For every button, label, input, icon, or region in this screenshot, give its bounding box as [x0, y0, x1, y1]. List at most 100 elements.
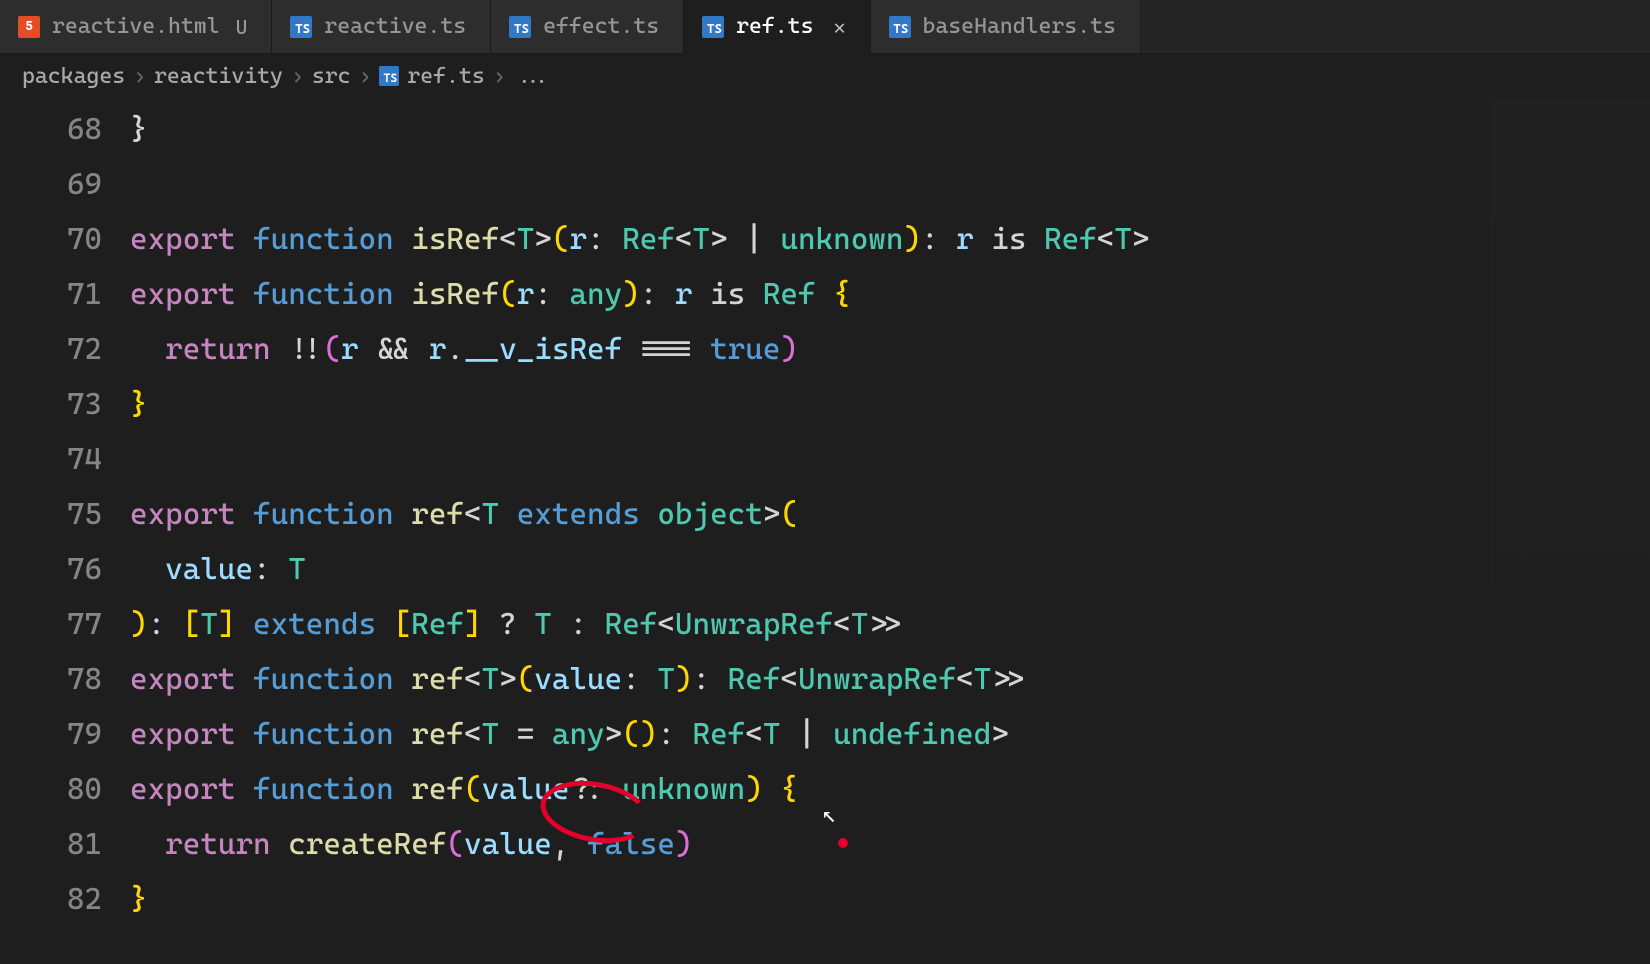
code-content[interactable]: } — [130, 102, 148, 157]
token-punct: >> — [991, 662, 1026, 697]
code-line[interactable]: 78export function ref<T>(value: T): Ref<… — [0, 652, 1650, 707]
line-number: 73 — [0, 377, 130, 432]
token-brack: ) — [745, 772, 763, 807]
token-op: ?: — [569, 772, 622, 807]
code-line[interactable]: 79export function ref<T = any>(): Ref<T … — [0, 707, 1650, 762]
token-const: true — [710, 332, 780, 367]
html-file-icon: 5 — [18, 16, 40, 38]
line-number: 71 — [0, 267, 130, 322]
token-type: T — [482, 717, 500, 752]
token-kw-export: export — [130, 277, 253, 312]
code-line[interactable]: 70export function isRef<T>(r: Ref<T> | u… — [0, 212, 1650, 267]
code-line[interactable]: 69 — [0, 157, 1650, 212]
token-brack2: ( — [323, 332, 341, 367]
minimap[interactable] — [1490, 98, 1650, 964]
tab-effect-ts[interactable]: TSeffect.ts — [491, 0, 684, 53]
token-punct: > | — [710, 222, 780, 257]
code-content[interactable]: export function ref<T = any>(): Ref<T | … — [130, 707, 1009, 762]
token-brack: ) — [640, 717, 658, 752]
code-line[interactable]: 81 return createRef(value, false) — [0, 817, 1650, 872]
token-type: any — [552, 717, 605, 752]
code-content[interactable]: export function isRef(r: any): r is Ref … — [130, 267, 851, 322]
code-content[interactable]: export function ref<T extends object>( — [130, 487, 798, 542]
code-line[interactable]: 77): [T] extends [Ref] ? T : Ref<UnwrapR… — [0, 597, 1650, 652]
code-editor[interactable]: 68}6970export function isRef<T>(r: Ref<T… — [0, 98, 1650, 927]
code-line[interactable]: 80export function ref(value?: unknown) { — [0, 762, 1650, 817]
token-type: T — [200, 607, 218, 642]
token-type: unknown — [622, 772, 745, 807]
code-content[interactable]: return !!(r && r.__v_isRef === true) — [130, 322, 798, 377]
breadcrumb-segment[interactable]: packages — [22, 64, 125, 89]
tab-label: reactive.ts — [324, 14, 466, 39]
token-type: Ref — [693, 717, 746, 752]
line-number: 74 — [0, 432, 130, 487]
code-line[interactable]: 72 return !!(r && r.__v_isRef === true) — [0, 322, 1650, 377]
code-content[interactable]: } — [130, 872, 148, 927]
code-content[interactable]: export function ref(value?: unknown) { — [130, 762, 798, 817]
code-line[interactable]: 75export function ref<T extends object>( — [0, 487, 1650, 542]
token-punct: < — [956, 662, 974, 697]
breadcrumb-segment[interactable]: src — [312, 64, 351, 89]
code-line[interactable]: 71export function isRef(r: any): r is Re… — [0, 267, 1650, 322]
token-var: r — [956, 222, 974, 257]
token-type: T — [974, 662, 992, 697]
breadcrumb-segment[interactable]: reactivity — [154, 64, 283, 89]
code-content[interactable]: export function ref<T>(value: T): Ref<Un… — [130, 652, 1026, 707]
breadcrumb-file[interactable]: ref.ts — [407, 64, 484, 89]
breadcrumbs[interactable]: packages›reactivity›src›TSref.ts›... — [0, 54, 1650, 98]
code-line[interactable]: 68} — [0, 102, 1650, 157]
token-var: r — [675, 277, 693, 312]
token-kw-func: function — [253, 717, 411, 752]
token-type: any — [569, 277, 622, 312]
line-number: 69 — [0, 157, 130, 212]
code-line[interactable]: 74 — [0, 432, 1650, 487]
token-type: undefined — [833, 717, 991, 752]
token-brack: ( — [622, 717, 640, 752]
code-content[interactable]: return createRef(value, false) — [130, 817, 693, 872]
token-brack: ( — [464, 772, 482, 807]
token-kw-export: export — [130, 497, 253, 532]
ts-file-icon: TS — [702, 16, 724, 38]
code-content[interactable]: value: T — [130, 542, 306, 597]
token-kw-func: function — [253, 662, 411, 697]
code-content[interactable]: ): [T] extends [Ref] ? T : Ref<UnwrapRef… — [130, 597, 903, 652]
code-line[interactable]: 82} — [0, 872, 1650, 927]
close-icon[interactable]: ✕ — [833, 15, 845, 39]
token-fn: ref — [411, 497, 464, 532]
token-kw-return: return — [165, 827, 288, 862]
tab-ref-ts[interactable]: TSref.ts✕ — [684, 0, 870, 53]
token-punct: > — [1132, 222, 1150, 257]
code-line[interactable]: 76 value: T — [0, 542, 1650, 597]
token-var: r — [517, 277, 535, 312]
token-var: __v_isRef — [464, 332, 622, 367]
token-brack: { — [833, 277, 851, 312]
token-punct: < — [833, 607, 851, 642]
token-type: UnwrapRef — [675, 607, 833, 642]
token-fn: createRef — [288, 827, 446, 862]
token-kw-export: export — [130, 222, 253, 257]
token-op: : — [148, 607, 183, 642]
tab-reactive-html[interactable]: 5reactive.htmlU — [0, 0, 272, 53]
token-punct: < — [657, 607, 675, 642]
token-op: is — [974, 222, 1044, 257]
line-number: 68 — [0, 102, 130, 157]
token-punct: > — [534, 222, 552, 257]
code-content[interactable]: export function isRef<T>(r: Ref<T> | unk… — [130, 212, 1150, 267]
breadcrumb-symbol[interactable]: ... — [514, 64, 553, 89]
token-punct: > — [763, 497, 781, 532]
tab-baseHandlers-ts[interactable]: TSbaseHandlers.ts — [871, 0, 1141, 53]
token-punct: > — [499, 662, 517, 697]
token-op: === — [622, 332, 710, 367]
token-brack: } — [130, 882, 148, 917]
token-kw-func: extends — [499, 497, 657, 532]
line-number: 81 — [0, 817, 130, 872]
code-line[interactable]: 73} — [0, 377, 1650, 432]
tab-reactive-ts[interactable]: TSreactive.ts — [272, 0, 491, 53]
token-op: , — [552, 827, 587, 862]
token-brack: ( — [499, 277, 517, 312]
code-content[interactable]: } — [130, 377, 148, 432]
line-number: 78 — [0, 652, 130, 707]
token-fn: isRef — [411, 222, 499, 257]
token-op: | — [780, 717, 833, 752]
token-kw-func: function — [253, 222, 411, 257]
